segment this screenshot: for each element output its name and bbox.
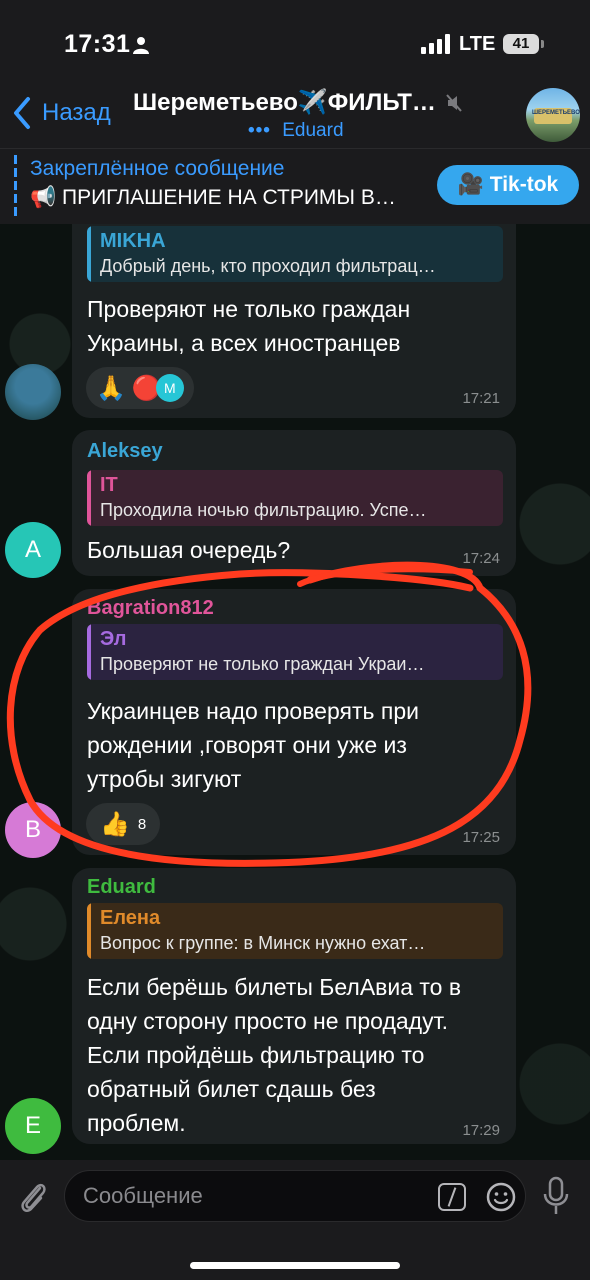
signal-icon (421, 34, 450, 54)
user-avatar[interactable] (5, 364, 61, 420)
message-text: Если берёшь билеты БелАвиа то в одну сто… (87, 970, 461, 1140)
reaction-pill[interactable]: 👍 8 (86, 803, 160, 845)
reply-bar (87, 470, 91, 526)
reply-quote[interactable]: MIKHA Добрый день, кто проходил фильтрац… (87, 226, 503, 282)
network-type: LTE (459, 33, 496, 55)
reply-text: Добрый день, кто проходил фильтрац… (100, 256, 436, 276)
pinned-title: Закреплённое сообщение (30, 157, 285, 180)
commands-icon[interactable] (438, 1183, 466, 1211)
mute-icon (446, 93, 462, 112)
thumbs-up-reaction: 👍 (100, 810, 130, 838)
reply-text: Вопрос к группе: в Минск нужно ехат… (100, 933, 426, 953)
chat-title-suffix: ФИЛЬТ… (327, 88, 436, 116)
message-time: 17:24 (462, 550, 500, 567)
reply-quote[interactable]: Елена Вопрос к группе: в Минск нужно еха… (87, 903, 503, 959)
chat-title-prefix: Шереметьево (133, 88, 298, 116)
message-line: одну сторону просто не продадут. (87, 1008, 448, 1034)
message-input[interactable] (83, 1179, 423, 1213)
pinned-message[interactable]: Закреплённое сообщение 📢 ПРИГЛАШЕНИЕ НА … (0, 148, 590, 224)
message-line: Если пройдёшь фильтрацию то (87, 1042, 425, 1068)
message-line: Проверяют не только граждан (87, 296, 411, 322)
chevron-left-icon (14, 97, 30, 129)
message-time: 17:25 (462, 829, 500, 846)
message-text: Украинцев надо проверять при рождении ,г… (87, 694, 419, 796)
back-label: Назад (42, 99, 111, 126)
reply-bar (87, 226, 91, 282)
message-input-wrapper (64, 1170, 526, 1222)
reply-name: IT (100, 474, 118, 496)
message-text: Проверяют не только граждан Украины, а в… (87, 292, 410, 360)
tiktok-button[interactable]: 🎥 Tik-tok (437, 165, 579, 205)
reply-text: Проверяют не только граждан Украи… (100, 654, 425, 674)
avatar-sign: ШЕРЕМЕТЬЕВО (532, 110, 580, 116)
message-line: Украины, а всех иностранцев (87, 330, 401, 356)
home-indicator (190, 1262, 400, 1269)
typing-user: Eduard (282, 120, 344, 141)
typing-status: ••• Eduard (248, 120, 344, 142)
message-time: 17:21 (462, 390, 500, 407)
person-icon (133, 37, 149, 54)
sender-name[interactable]: Aleksey (87, 440, 163, 463)
message-line: Если берёшь билеты БелАвиа то в (87, 974, 462, 1000)
user-avatar[interactable]: A (5, 522, 61, 578)
reply-quote[interactable]: IT Проходила ночью фильтрацию. Успе… (87, 470, 503, 526)
pray-reaction: 🙏 (96, 374, 126, 402)
chat-header: Назад Шереметьево ✈️ ФИЛЬТ… ••• Eduard Ш… (0, 84, 590, 148)
chat-avatar[interactable]: ШЕРЕМЕТЬЕВО (526, 88, 580, 142)
message-line: обратный билет сдашь без (87, 1076, 376, 1102)
chat-area[interactable]: MIKHA Добрый день, кто проходил фильтрац… (0, 224, 590, 1160)
reply-text: Проходила ночью фильтрацию. Успе… (100, 500, 427, 520)
pinned-indicator (14, 155, 17, 217)
sticker-emoji-icon[interactable] (485, 1181, 517, 1213)
reply-name: Елена (100, 907, 161, 929)
status-bar: 17:31 LTE 41 (0, 0, 590, 84)
message-time: 17:29 (462, 1122, 500, 1139)
airplane-emoji: ✈️ (297, 89, 328, 116)
reply-name: MIKHA (100, 230, 166, 252)
status-time: 17:31 (64, 30, 131, 58)
microphone-icon[interactable] (542, 1176, 570, 1216)
sender-name[interactable]: Bagration812 (87, 597, 214, 620)
message-bubble[interactable]: MIKHA Добрый день, кто проходил фильтрац… (72, 224, 516, 418)
message-line: утробы зигуют (87, 766, 242, 792)
composer (0, 1160, 590, 1280)
message-bubble[interactable]: Aleksey IT Проходила ночью фильтрацию. У… (72, 430, 516, 576)
user-avatar[interactable]: B (5, 802, 61, 858)
reactor-avatar: М (155, 374, 184, 402)
sender-name[interactable]: Eduard (87, 876, 156, 899)
message-text: Большая очередь? (87, 537, 291, 563)
paperclip-icon[interactable] (18, 1178, 48, 1214)
message-line: Украинцев надо проверять при (87, 698, 419, 724)
user-avatar[interactable]: E (5, 1098, 61, 1154)
typing-dots: ••• (248, 120, 271, 141)
reaction-pill[interactable]: 🙏 🔴 М (86, 367, 194, 409)
message-bubble[interactable]: Bagration812 Эл Проверяют не только граж… (72, 589, 516, 855)
reply-name: Эл (100, 628, 127, 650)
reply-bar (87, 903, 91, 959)
reply-quote[interactable]: Эл Проверяют не только граждан Украи… (87, 624, 503, 680)
chat-title[interactable]: Шереметьево ✈️ ФИЛЬТ… (133, 88, 462, 117)
back-button[interactable]: Назад (12, 96, 111, 130)
battery-icon: 41 (503, 34, 544, 54)
message-line: рождении ,говорят они уже из (87, 732, 407, 758)
pinned-text: 📢 ПРИГЛАШЕНИЕ НА СТРИМЫ В… (30, 186, 396, 209)
reaction-count: 8 (137, 815, 147, 833)
message-line: проблем. (87, 1110, 186, 1136)
reply-bar (87, 624, 91, 680)
message-bubble[interactable]: Eduard Елена Вопрос к группе: в Минск ну… (72, 868, 516, 1144)
